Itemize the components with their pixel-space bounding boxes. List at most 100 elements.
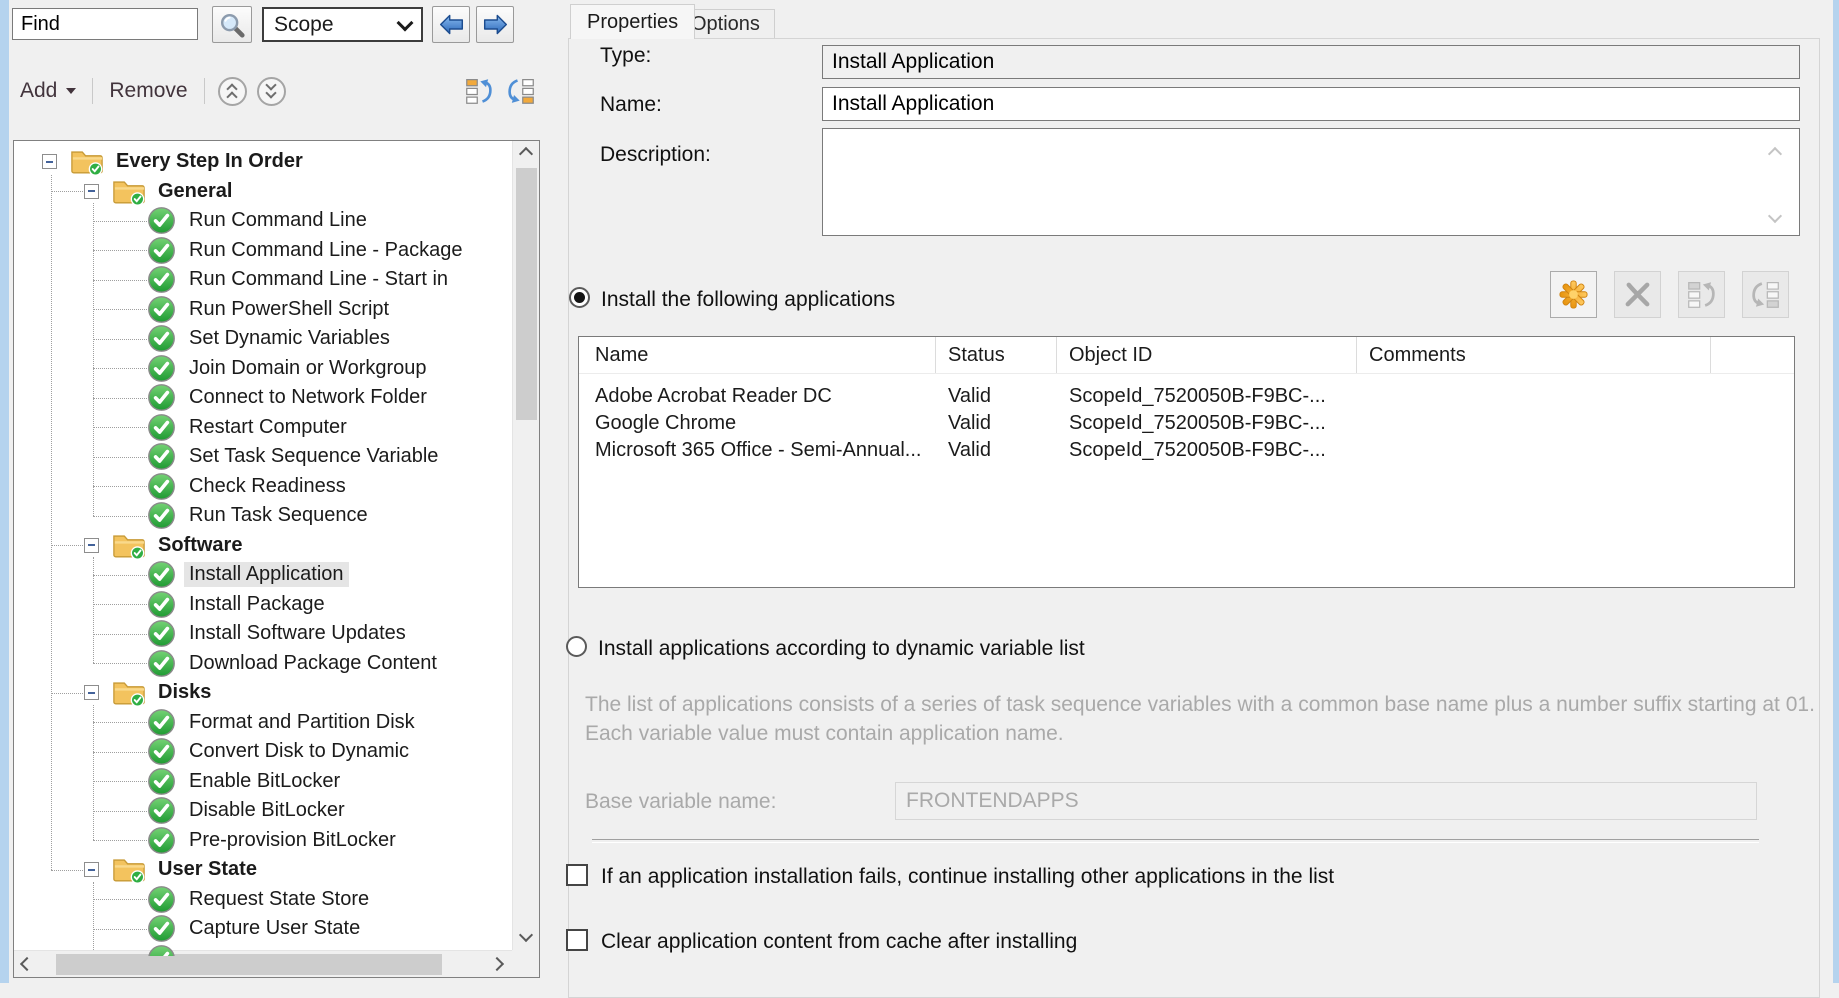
application-row[interactable]: Adobe Acrobat Reader DC Valid ScopeId_75…	[579, 383, 1794, 410]
success-check-icon	[147, 560, 176, 589]
chevron-up-icon	[519, 147, 533, 161]
chevron-right-icon	[490, 957, 504, 971]
tree-item[interactable]: Run Command Line	[14, 206, 512, 236]
tree-item[interactable]: Check Readiness	[14, 472, 512, 502]
tree-item[interactable]: Disable BitLocker	[14, 796, 512, 826]
description-field[interactable]	[822, 128, 1800, 236]
find-previous-button[interactable]	[432, 6, 470, 43]
column-header-comments[interactable]: Comments	[1357, 337, 1711, 373]
add-button[interactable]: Add	[12, 75, 84, 107]
collapse-toggle-icon[interactable]	[84, 862, 99, 877]
tree-toolbar: Add Remove	[12, 70, 540, 112]
success-check-icon	[147, 472, 176, 501]
tree-item[interactable]: Set Task Sequence Variable	[14, 442, 512, 472]
tree-item[interactable]: Run PowerShell Script	[14, 295, 512, 325]
scroll-right-button[interactable]	[486, 951, 512, 977]
column-header-status[interactable]: Status	[936, 337, 1057, 373]
find-next-button[interactable]	[476, 6, 514, 43]
move-step-down-button[interactable]	[506, 77, 536, 105]
expand-all-button[interactable]	[257, 77, 286, 106]
chevron-down-icon[interactable]	[1770, 208, 1780, 226]
success-check-icon	[147, 944, 176, 956]
column-header-name[interactable]: Name	[579, 337, 936, 373]
tree-item[interactable]: Install Package	[14, 590, 512, 620]
tree-item[interactable]: Run Command Line - Start in	[14, 265, 512, 295]
application-row[interactable]: Google Chrome Valid ScopeId_7520050B-F9B…	[579, 410, 1794, 437]
success-check-icon	[147, 501, 176, 530]
folder-check-icon	[112, 531, 146, 560]
success-check-icon	[147, 590, 176, 619]
tab-properties[interactable]: Properties	[570, 4, 695, 39]
collapse-toggle-icon[interactable]	[84, 184, 99, 199]
add-application-button[interactable]	[1550, 271, 1597, 318]
arrow-right-icon	[482, 11, 509, 38]
success-check-icon	[147, 914, 176, 943]
chevron-up-icon[interactable]	[1770, 146, 1780, 164]
radio-dynamic-variable-list[interactable]	[566, 636, 587, 657]
tree-item-root[interactable]: Every Step In Order	[14, 147, 512, 177]
tree-item[interactable]: Format and Partition Disk	[14, 708, 512, 738]
move-step-up-button[interactable]	[464, 77, 494, 105]
scroll-down-button[interactable]	[513, 924, 539, 950]
base-variable-label: Base variable name:	[585, 790, 776, 814]
tree-item[interactable]: Convert Disk to Dynamic	[14, 737, 512, 767]
tree-vertical-scrollbar[interactable]	[512, 141, 539, 950]
window-frame-left	[0, 0, 9, 983]
tree-group-software[interactable]: Software	[14, 531, 512, 561]
search-button[interactable]	[212, 6, 252, 43]
separator-line	[592, 839, 1759, 843]
base-variable-field	[895, 782, 1757, 820]
tree-item[interactable]: Capture User State	[14, 914, 512, 944]
application-row[interactable]: Microsoft 365 Office - Semi-Annual... Va…	[579, 437, 1794, 464]
applications-list-header: Name Status Object ID Comments	[579, 337, 1794, 374]
tree-item[interactable]: Install Software Updates	[14, 619, 512, 649]
tree-group-general[interactable]: General	[14, 177, 512, 207]
move-down-icon	[1750, 279, 1781, 310]
scroll-up-button[interactable]	[513, 141, 539, 167]
collapse-toggle-icon[interactable]	[84, 538, 99, 553]
tree-item[interactable]: Join Domain or Workgroup	[14, 354, 512, 384]
success-check-icon	[147, 354, 176, 383]
success-check-icon	[147, 619, 176, 648]
success-check-icon	[147, 885, 176, 914]
type-field	[822, 45, 1800, 79]
scrollbar-thumb[interactable]	[516, 168, 537, 420]
success-check-icon	[147, 383, 176, 412]
delete-x-icon	[1622, 279, 1653, 310]
checkbox-clear-cache[interactable]	[566, 929, 588, 951]
column-header-object-id[interactable]: Object ID	[1057, 337, 1357, 373]
radio-install-following-apps[interactable]	[569, 287, 590, 308]
toolbar-separator	[204, 78, 205, 104]
tree-item[interactable]: Pre-provision BitLocker	[14, 826, 512, 856]
name-field[interactable]	[822, 87, 1800, 121]
move-application-down-button	[1742, 271, 1789, 318]
task-sequence-tree: Every Step In Order General Run Command …	[13, 140, 540, 978]
tree-item[interactable]: Restart Computer	[14, 413, 512, 443]
tree-item[interactable]: Enable BitLocker	[14, 767, 512, 797]
caret-down-icon	[66, 88, 76, 94]
tree-item[interactable]: Set Dynamic Variables	[14, 324, 512, 354]
collapse-toggle-icon[interactable]	[84, 685, 99, 700]
tree-group-disks[interactable]: Disks	[14, 678, 512, 708]
checkbox-continue-on-fail[interactable]	[566, 864, 588, 886]
tree-item[interactable]: Request State Store	[14, 885, 512, 915]
collapse-all-button[interactable]	[218, 77, 247, 106]
collapse-toggle-icon[interactable]	[42, 154, 57, 169]
find-input[interactable]	[12, 8, 198, 40]
remove-button[interactable]: Remove	[101, 75, 195, 107]
chevron-down-icon	[519, 928, 533, 942]
chevron-down-icon	[397, 14, 414, 31]
tree-horizontal-scrollbar[interactable]	[14, 950, 512, 977]
success-check-icon	[147, 442, 176, 471]
tree-item[interactable]: Run Task Sequence	[14, 501, 512, 531]
tree-item-selected[interactable]: Install Application	[14, 560, 512, 590]
tree-item[interactable]: Run Command Line - Package	[14, 236, 512, 266]
tree-group-user-state[interactable]: User State	[14, 855, 512, 885]
scope-dropdown[interactable]: Scope	[262, 7, 423, 42]
description-label: Description:	[600, 143, 711, 167]
tree-item[interactable]: Connect to Network Folder	[14, 383, 512, 413]
scroll-left-button[interactable]	[14, 951, 40, 977]
tree-content: Every Step In Order General Run Command …	[14, 141, 512, 956]
scrollbar-thumb[interactable]	[56, 954, 442, 975]
tree-item[interactable]: Download Package Content	[14, 649, 512, 679]
